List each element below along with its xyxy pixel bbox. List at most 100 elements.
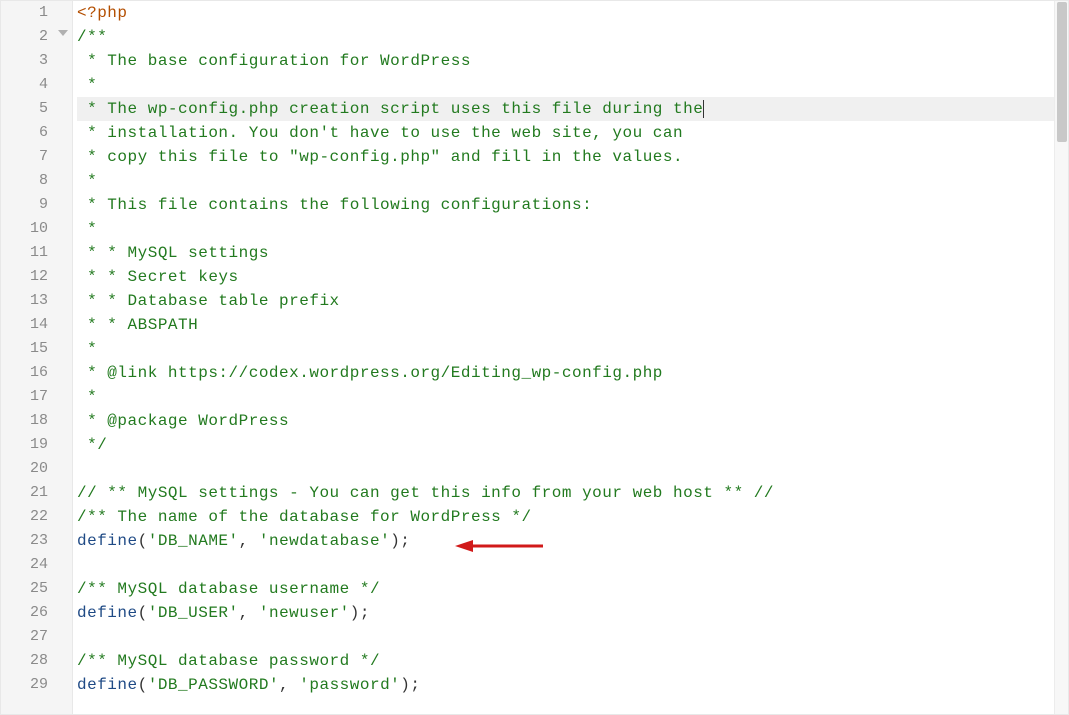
line-number[interactable]: 11	[1, 241, 72, 265]
code-line[interactable]: * This file contains the following confi…	[77, 193, 1068, 217]
line-number[interactable]: 25	[1, 577, 72, 601]
text-cursor	[703, 100, 704, 118]
code-line[interactable]: * * Secret keys	[77, 265, 1068, 289]
line-number[interactable]: 14	[1, 313, 72, 337]
code-line[interactable]: /** The name of the database for WordPre…	[77, 505, 1068, 529]
line-number[interactable]: 1	[1, 1, 72, 25]
line-number[interactable]: 7	[1, 145, 72, 169]
comment-text: /** The name of the database for WordPre…	[77, 508, 532, 526]
code-line[interactable]: *	[77, 169, 1068, 193]
line-number[interactable]: 26	[1, 601, 72, 625]
paren-close: )	[350, 604, 360, 622]
line-number[interactable]: 8	[1, 169, 72, 193]
comment-text: * * Secret keys	[77, 268, 239, 286]
line-number[interactable]: 28	[1, 649, 72, 673]
code-line[interactable]: * * ABSPATH	[77, 313, 1068, 337]
code-line[interactable]: * * MySQL settings	[77, 241, 1068, 265]
paren-open: (	[138, 604, 148, 622]
line-number[interactable]: 20	[1, 457, 72, 481]
line-number[interactable]: 21	[1, 481, 72, 505]
line-number[interactable]: 5	[1, 97, 72, 121]
line-number[interactable]: 23	[1, 529, 72, 553]
line-number[interactable]: 10	[1, 217, 72, 241]
code-line[interactable]: *	[77, 217, 1068, 241]
code-area[interactable]: <?php /** * The base configuration for W…	[73, 1, 1068, 714]
string-literal: 'DB_USER'	[148, 604, 239, 622]
comment-text: *	[77, 388, 97, 406]
comment-text: /** MySQL database username */	[77, 580, 380, 598]
line-number[interactable]: 19	[1, 433, 72, 457]
code-line[interactable]: /** MySQL database password */	[77, 649, 1068, 673]
code-editor: 1 2 3 4 5 6 7 8 9 10 11 12 13 14 15 16 1…	[0, 0, 1069, 715]
code-line[interactable]	[77, 457, 1068, 481]
line-number[interactable]: 18	[1, 409, 72, 433]
line-number[interactable]: 17	[1, 385, 72, 409]
line-number[interactable]: 24	[1, 553, 72, 577]
code-line[interactable]: * copy this file to "wp-config.php" and …	[77, 145, 1068, 169]
comment-text: * The wp-config.php creation script uses…	[77, 100, 703, 118]
comment-text: * @link https://codex.wordpress.org/Edit…	[77, 364, 663, 382]
comment-text: * This file contains the following confi…	[77, 196, 592, 214]
code-line[interactable]: * The base configuration for WordPress	[77, 49, 1068, 73]
string-literal: 'DB_PASSWORD'	[148, 676, 279, 694]
code-line[interactable]: *	[77, 337, 1068, 361]
line-number[interactable]: 16	[1, 361, 72, 385]
code-line[interactable]	[77, 625, 1068, 649]
docblock-close: */	[77, 436, 107, 454]
vertical-scrollbar[interactable]	[1054, 1, 1068, 714]
code-line[interactable]: define('DB_USER', 'newuser');	[77, 601, 1068, 625]
code-line[interactable]: * installation. You don't have to use th…	[77, 121, 1068, 145]
line-number[interactable]: 6	[1, 121, 72, 145]
code-line[interactable]: * * Database table prefix	[77, 289, 1068, 313]
string-literal: 'DB_NAME'	[148, 532, 239, 550]
code-line[interactable]: * @package WordPress	[77, 409, 1068, 433]
comment-text: /** MySQL database password */	[77, 652, 380, 670]
comment-text: * * Database table prefix	[77, 292, 340, 310]
code-line[interactable]	[77, 553, 1068, 577]
comment-text: *	[77, 172, 97, 190]
code-line[interactable]: * @link https://codex.wordpress.org/Edit…	[77, 361, 1068, 385]
line-number[interactable]: 3	[1, 49, 72, 73]
code-line-active[interactable]: * The wp-config.php creation script uses…	[77, 97, 1068, 121]
function-name: define	[77, 532, 138, 550]
paren-close: )	[400, 676, 410, 694]
line-number[interactable]: 22	[1, 505, 72, 529]
string-literal: 'newdatabase'	[259, 532, 390, 550]
comment-text: * * MySQL settings	[77, 244, 269, 262]
code-line[interactable]: *	[77, 385, 1068, 409]
fold-arrow-icon[interactable]	[58, 30, 68, 36]
line-number[interactable]: 29	[1, 673, 72, 697]
line-number[interactable]: 27	[1, 625, 72, 649]
code-line[interactable]: /**	[77, 25, 1068, 49]
code-line[interactable]: */	[77, 433, 1068, 457]
comment-text: // ** MySQL settings - You can get this …	[77, 484, 774, 502]
docblock-open: /**	[77, 28, 107, 46]
line-number-gutter: 1 2 3 4 5 6 7 8 9 10 11 12 13 14 15 16 1…	[1, 1, 73, 714]
code-line[interactable]: *	[77, 73, 1068, 97]
line-number[interactable]: 13	[1, 289, 72, 313]
code-line[interactable]: /** MySQL database username */	[77, 577, 1068, 601]
comment-text: * copy this file to "wp-config.php" and …	[77, 148, 683, 166]
paren-open: (	[138, 532, 148, 550]
semicolon: ;	[410, 676, 420, 694]
code-line[interactable]: // ** MySQL settings - You can get this …	[77, 481, 1068, 505]
function-name: define	[77, 604, 138, 622]
code-line[interactable]: <?php	[77, 1, 1068, 25]
line-number[interactable]: 9	[1, 193, 72, 217]
code-line[interactable]: define('DB_PASSWORD', 'password');	[77, 673, 1068, 697]
comment-text: *	[77, 220, 97, 238]
comment-text: * installation. You don't have to use th…	[77, 124, 683, 142]
line-number[interactable]: 2	[1, 25, 72, 49]
line-number[interactable]: 12	[1, 265, 72, 289]
string-literal: 'password'	[299, 676, 400, 694]
scrollbar-thumb[interactable]	[1057, 2, 1067, 142]
comment-text: * @package WordPress	[77, 412, 289, 430]
semicolon: ;	[400, 532, 410, 550]
code-line[interactable]: define('DB_NAME', 'newdatabase');	[77, 529, 1068, 553]
comment-text: *	[77, 340, 97, 358]
php-open-tag: <?php	[77, 4, 128, 22]
comment-text: *	[77, 76, 97, 94]
line-number[interactable]: 4	[1, 73, 72, 97]
line-number[interactable]: 15	[1, 337, 72, 361]
comma: ,	[239, 532, 249, 550]
